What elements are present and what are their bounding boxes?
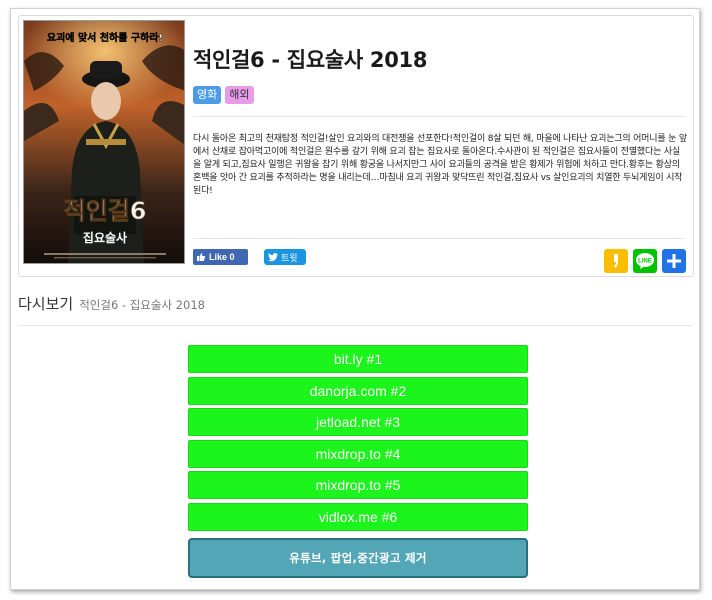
poster-tagline: 요괴에 맞서 천하를 구하라! <box>47 31 163 44</box>
kakaostory-share-button[interactable] <box>604 249 628 273</box>
region-badge[interactable]: 해외 <box>225 86 254 104</box>
stream-link-list: bit.ly #1 danorja.com #2 jetload.net #3 … <box>188 345 528 534</box>
page-title: 적인걸6 - 집요술사 2018 <box>193 48 428 72</box>
poster-title: 적인걸6 <box>64 197 147 225</box>
synopsis: 다시 돌아온 최고의 천재탐정 적인걸!살인 요괴와의 대전쟁을 선포한다!적인… <box>193 134 687 196</box>
watch-subtitle: 적인걸6 - 집요술사 2018 <box>79 298 205 312</box>
genre-badge[interactable]: 영화 <box>193 86 222 104</box>
more-share-button[interactable] <box>662 249 686 273</box>
line-share-button[interactable]: LINE <box>633 249 657 273</box>
line-icon: LINE <box>636 253 654 269</box>
divider <box>193 238 685 239</box>
stream-link-button[interactable]: vidlox.me #6 <box>188 502 528 531</box>
ad-removal-button[interactable]: 유튜브, 팝업,중간광고 제거 <box>188 538 528 578</box>
watch-label: 다시보기 <box>18 295 74 313</box>
divider <box>193 116 685 117</box>
stream-link-button[interactable]: mixdrop.to #4 <box>188 439 528 468</box>
divider <box>18 325 692 326</box>
poster-image: 요괴에 맞서 천하를 구하라! 적인걸6 집요술사 <box>24 21 184 263</box>
twitter-bird-icon <box>268 252 278 261</box>
poster-subtitle: 집요술사 <box>83 230 127 245</box>
stream-link-button[interactable]: mixdrop.to #5 <box>188 471 528 499</box>
facebook-like-label: Like 0 <box>209 252 235 262</box>
watch-heading: 다시보기 적인걸6 - 집요술사 2018 <box>18 293 205 314</box>
stream-link-button[interactable]: bit.ly #1 <box>188 345 528 373</box>
plus-share-icon <box>667 254 681 268</box>
page-frame: 요괴에 맞서 천하를 구하라! 적인걸6 집요술사 적인걸6 - 집요술사 20… <box>10 8 700 590</box>
thumbs-up-icon <box>197 253 206 261</box>
tweet-label: 트윗 <box>281 253 298 264</box>
stream-link-button[interactable]: jetload.net #3 <box>188 408 528 436</box>
badge-group: 영화 해외 <box>193 86 254 104</box>
facebook-like-button[interactable]: Like 0 <box>193 249 248 265</box>
movie-poster[interactable]: 요괴에 맞서 천하를 구하라! 적인걸6 집요술사 <box>23 20 185 264</box>
kakaostory-icon <box>614 254 618 268</box>
movie-info-card: 요괴에 맞서 천하를 구하라! 적인걸6 집요술사 적인걸6 - 집요술사 20… <box>18 15 694 277</box>
svg-text:LINE: LINE <box>638 259 652 265</box>
tweet-button[interactable]: 트윗 <box>264 249 306 265</box>
stream-link-button[interactable]: danorja.com #2 <box>188 376 528 405</box>
